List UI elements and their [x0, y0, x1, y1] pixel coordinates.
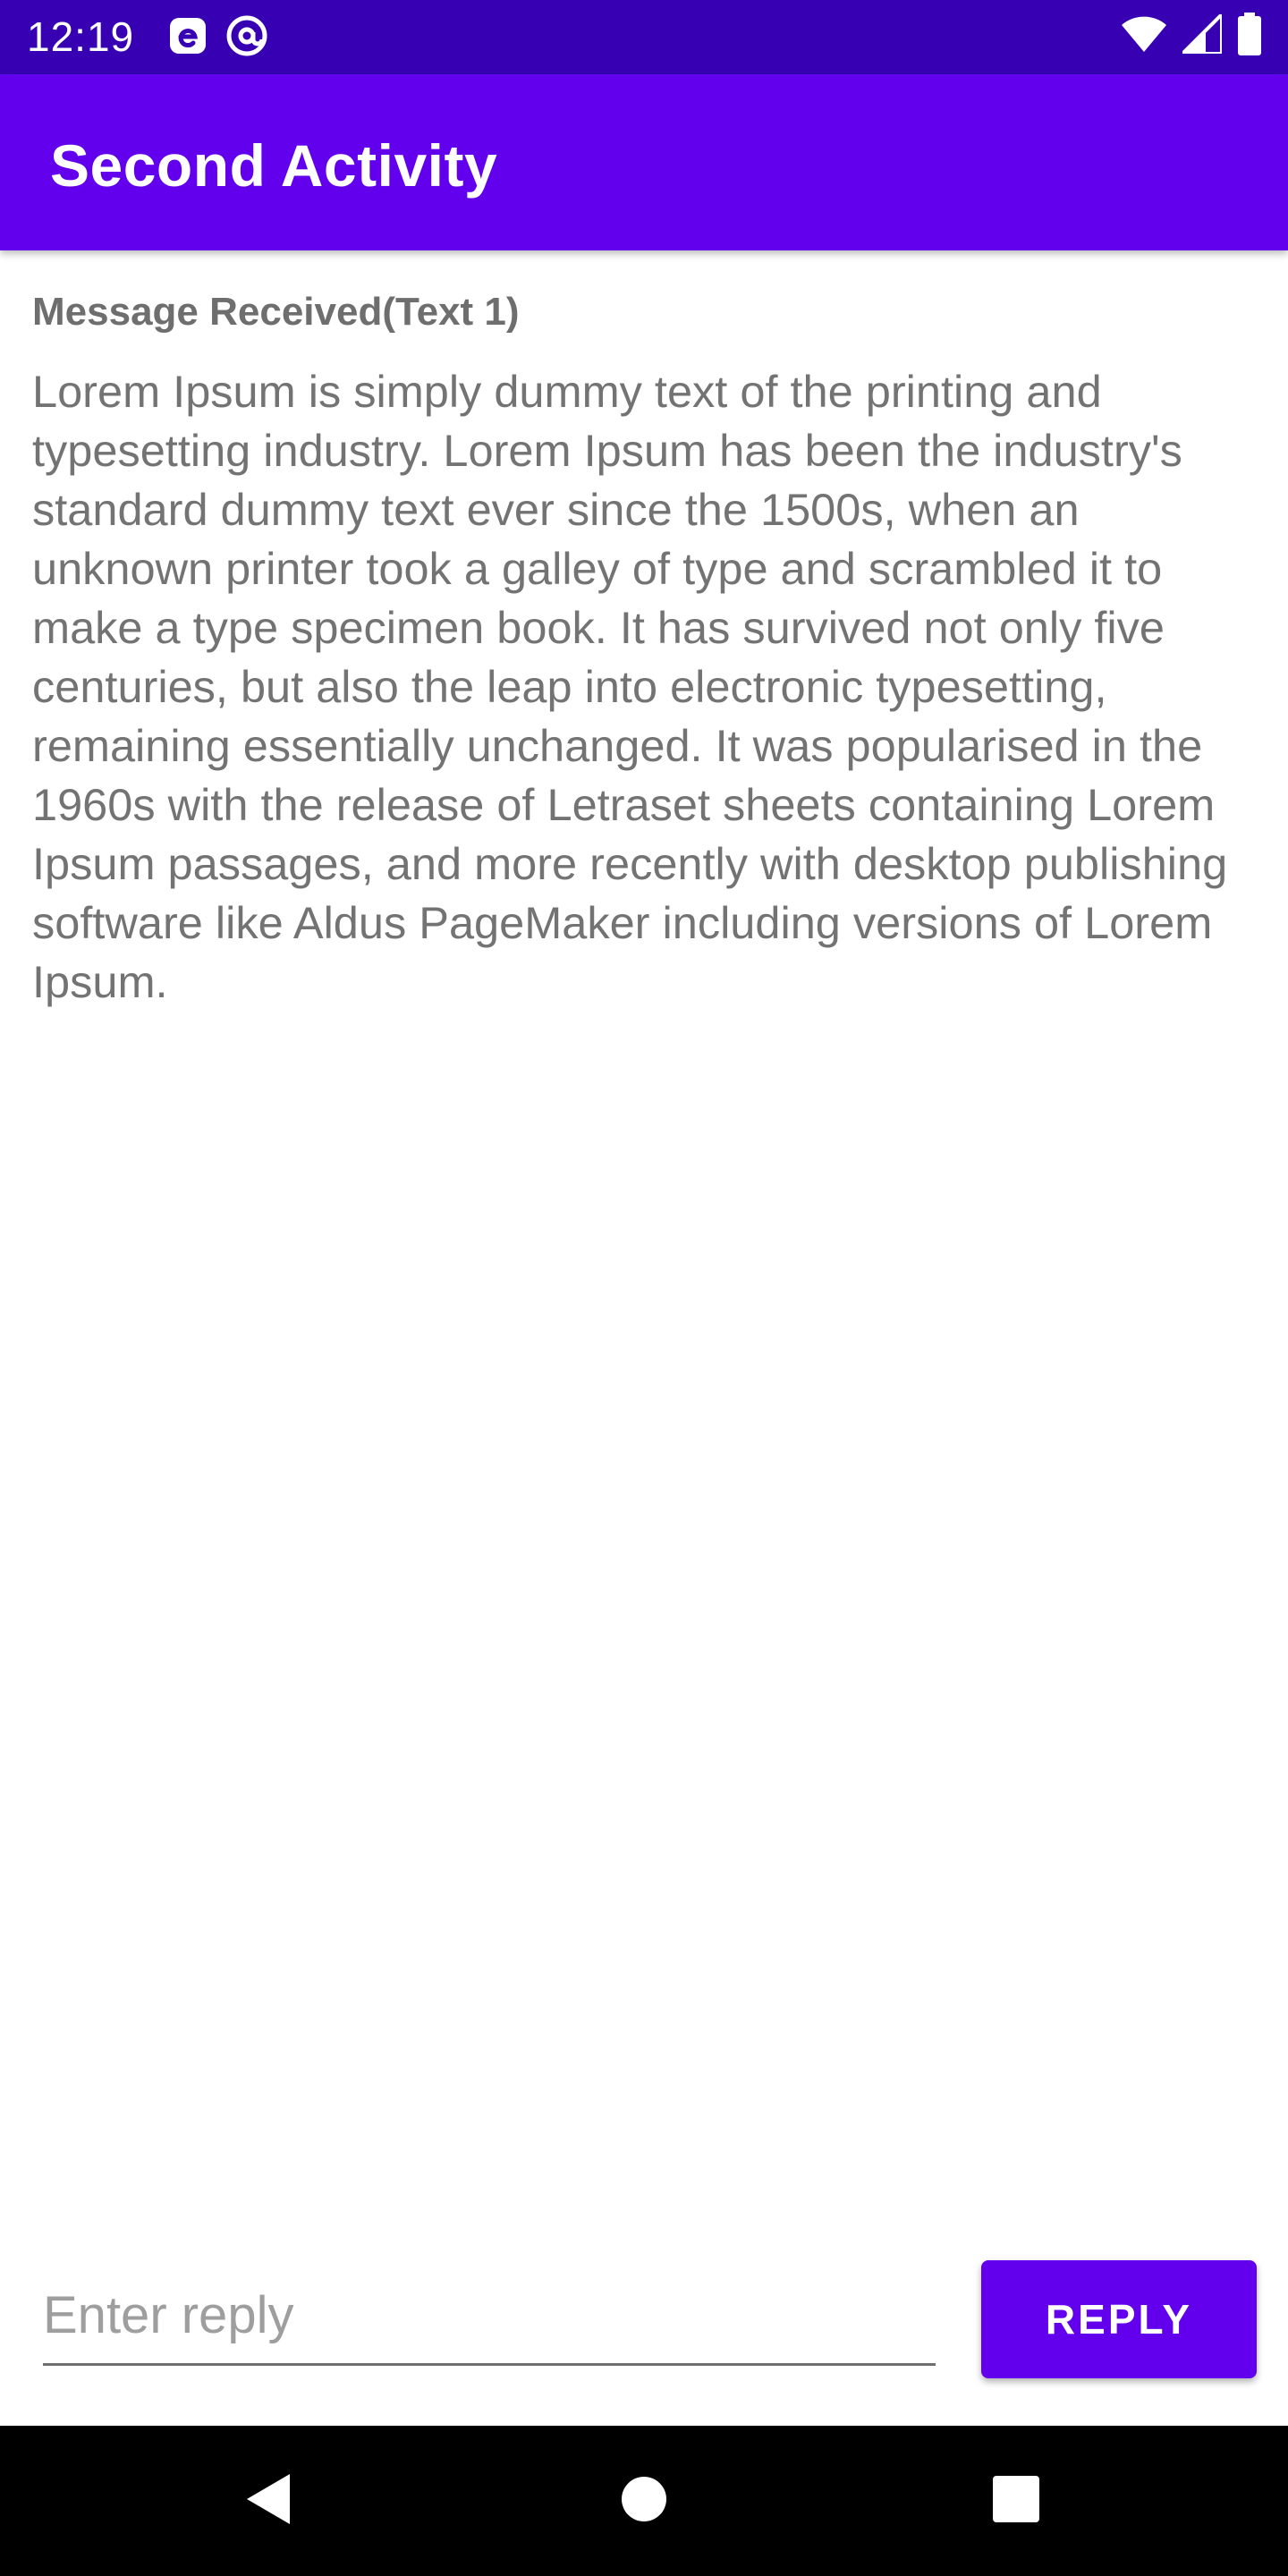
cell-signal-icon [1178, 10, 1224, 58]
home-button[interactable] [608, 2465, 680, 2537]
recents-button[interactable] [980, 2465, 1052, 2537]
wifi-icon [1122, 14, 1166, 58]
home-icon [620, 2475, 668, 2528]
page-title: Second Activity [50, 132, 498, 199]
e-app-icon [170, 16, 206, 60]
screen: 12:19 Second Activity Message Received(T… [0, 0, 1288, 2576]
at-sign-icon [225, 14, 268, 62]
nav-bar [0, 2426, 1288, 2576]
recents-icon [992, 2475, 1040, 2528]
back-icon [242, 2470, 295, 2532]
message-body: Lorem Ipsum is simply dummy text of the … [32, 366, 1228, 1007]
status-left-icons [170, 14, 268, 62]
reply-button-label: REPLY [1045, 2296, 1193, 2343]
app-bar: Second Activity [0, 74, 1288, 250]
reply-input[interactable] [43, 2276, 936, 2366]
back-button[interactable] [233, 2465, 304, 2537]
status-time: 12:19 [27, 13, 135, 60]
status-bar: 12:19 [0, 0, 1288, 74]
battery-icon [1238, 13, 1261, 60]
status-right-icons [1122, 10, 1261, 60]
message-label: Message Received(Text 1) [32, 290, 520, 334]
reply-button[interactable]: REPLY [981, 2260, 1257, 2378]
